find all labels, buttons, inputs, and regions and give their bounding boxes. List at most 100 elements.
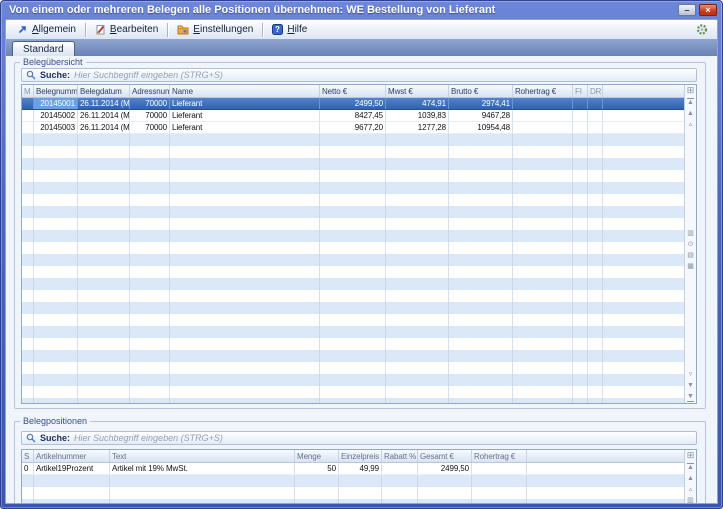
- table-row[interactable]: 2014500226.11.2014 (Mi70000Lieferant8427…: [22, 110, 684, 122]
- cell: Lieferant: [170, 98, 320, 109]
- column-header[interactable]: Rohertrag €: [472, 450, 527, 462]
- search-rows-icon[interactable]: ⊙: [688, 241, 694, 249]
- belegpositionen-search-input[interactable]: [74, 432, 692, 444]
- empty-row[interactable]: [22, 146, 684, 158]
- empty-row[interactable]: [22, 158, 684, 170]
- column-header[interactable]: M: [22, 85, 34, 97]
- empty-row[interactable]: [22, 499, 684, 504]
- column-header[interactable]: Brutto €: [449, 85, 513, 97]
- empty-row[interactable]: [22, 362, 684, 374]
- scroll-down-icon[interactable]: ▼: [687, 382, 694, 390]
- cell: [588, 278, 603, 290]
- column-header[interactable]: Einzelpreis €: [339, 450, 382, 462]
- mark-row-icon[interactable]: ▦: [687, 263, 694, 271]
- scroll-up-icon[interactable]: ▲: [687, 475, 694, 483]
- ruler-icon[interactable]: ▥: [687, 230, 694, 238]
- empty-row[interactable]: [22, 134, 684, 146]
- cell: [130, 206, 170, 218]
- empty-row[interactable]: [22, 374, 684, 386]
- page-up-icon[interactable]: ▵: [689, 486, 693, 494]
- beleguebersicht-searchbar[interactable]: Suche:: [21, 68, 697, 82]
- column-chooser-icon[interactable]: ⊞: [687, 86, 695, 95]
- goto-row-icon[interactable]: ▤: [687, 252, 694, 260]
- empty-row[interactable]: [22, 302, 684, 314]
- cell: 2499,50: [418, 463, 472, 474]
- empty-row[interactable]: [22, 230, 684, 242]
- column-header[interactable]: FI: [573, 85, 588, 97]
- beleguebersicht-search-input[interactable]: [74, 69, 692, 81]
- cell: [449, 242, 513, 254]
- empty-row[interactable]: [22, 350, 684, 362]
- titlebar[interactable]: Von einem oder mehreren Belegen alle Pos…: [1, 1, 722, 19]
- column-chooser-icon[interactable]: ⊞: [687, 451, 695, 460]
- column-header[interactable]: Name: [170, 85, 320, 97]
- scroll-to-top-icon[interactable]: ▲: [687, 98, 694, 107]
- scroll-to-bottom-icon[interactable]: ▼: [687, 393, 694, 402]
- empty-row[interactable]: [22, 475, 684, 487]
- cell-filler: [603, 278, 684, 290]
- column-header[interactable]: Rabatt %: [382, 450, 418, 462]
- cell: [382, 499, 418, 504]
- cell: [78, 218, 130, 230]
- beleguebersicht-table: MBelegnummeBelegdatumAdressnummNameNetto…: [21, 84, 697, 404]
- cell: [386, 338, 449, 350]
- empty-row[interactable]: [22, 242, 684, 254]
- column-header[interactable]: Mwst €: [386, 85, 449, 97]
- cell: [130, 398, 170, 403]
- allgemein-button[interactable]: Allgemein: [10, 21, 83, 38]
- empty-row[interactable]: [22, 182, 684, 194]
- cell: [449, 230, 513, 242]
- empty-row[interactable]: [22, 398, 684, 403]
- empty-row[interactable]: [22, 487, 684, 499]
- cell-filler: [527, 499, 684, 504]
- empty-row[interactable]: [22, 170, 684, 182]
- empty-row[interactable]: [22, 254, 684, 266]
- scroll-up-icon[interactable]: ▲: [687, 110, 694, 118]
- tab-standard[interactable]: Standard: [12, 41, 75, 56]
- column-header[interactable]: DR: [588, 85, 603, 97]
- empty-row[interactable]: [22, 326, 684, 338]
- cell: [78, 398, 130, 403]
- cell: [573, 350, 588, 362]
- bearbeiten-button[interactable]: Bearbeiten: [88, 21, 165, 38]
- column-header[interactable]: Gesamt €: [418, 450, 472, 462]
- empty-row[interactable]: [22, 290, 684, 302]
- scroll-to-top-icon[interactable]: ▲: [687, 463, 694, 472]
- close-button[interactable]: ×: [699, 4, 717, 16]
- table-row[interactable]: 2014500326.11.2014 (Mi70000Lieferant9677…: [22, 122, 684, 134]
- cell: [513, 386, 573, 398]
- empty-row[interactable]: [22, 194, 684, 206]
- empty-row[interactable]: [22, 386, 684, 398]
- column-header[interactable]: S: [22, 450, 34, 462]
- cell: [130, 374, 170, 386]
- gear-icon[interactable]: [695, 23, 709, 36]
- hilfe-button[interactable]: ? Hilfe: [265, 21, 314, 38]
- column-header[interactable]: Rohertrag €: [513, 85, 573, 97]
- ruler-icon[interactable]: ▥: [687, 497, 694, 504]
- column-header[interactable]: Menge: [295, 450, 339, 462]
- column-header[interactable]: Text: [110, 450, 295, 462]
- minimize-button[interactable]: –: [678, 4, 696, 16]
- empty-row[interactable]: [22, 338, 684, 350]
- page-up-icon[interactable]: ▵: [689, 121, 693, 129]
- column-header[interactable]: Belegdatum: [78, 85, 130, 97]
- content-panel: Belegübersicht Suche: MBelegnummeBelegda…: [5, 56, 718, 504]
- table-row[interactable]: 2014500126.11.2014 (Mi70000Lieferant2499…: [22, 98, 684, 110]
- column-header[interactable]: Belegnumme: [34, 85, 78, 97]
- empty-row[interactable]: [22, 206, 684, 218]
- empty-row[interactable]: [22, 218, 684, 230]
- belegpositionen-table: SArtikelnummerTextMengeEinzelpreis €Raba…: [21, 449, 697, 504]
- cell: 2499,50: [320, 98, 386, 109]
- page-down-icon[interactable]: ▿: [689, 371, 693, 379]
- cell: [170, 146, 320, 158]
- cell: [130, 182, 170, 194]
- column-header[interactable]: Adressnumm: [130, 85, 170, 97]
- empty-row[interactable]: [22, 266, 684, 278]
- einstellungen-button[interactable]: Einstellungen: [170, 21, 260, 38]
- column-header[interactable]: Netto €: [320, 85, 386, 97]
- table-row[interactable]: 0Artikel19ProzentArtikel mit 19% MwSt.50…: [22, 463, 684, 475]
- empty-row[interactable]: [22, 314, 684, 326]
- empty-row[interactable]: [22, 278, 684, 290]
- column-header[interactable]: Artikelnummer: [34, 450, 110, 462]
- belegpositionen-searchbar[interactable]: Suche:: [21, 431, 697, 445]
